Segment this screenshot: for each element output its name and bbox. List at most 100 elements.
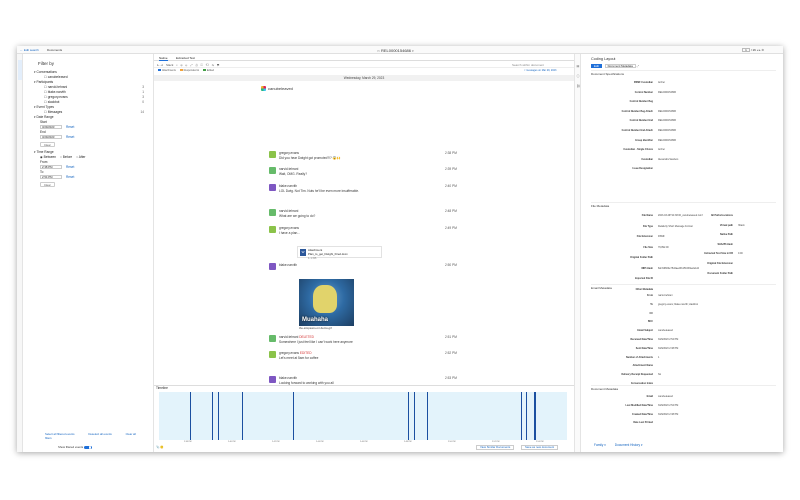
show-filtered-toggle[interactable]: Show filtered events bbox=[58, 445, 92, 449]
timeline-tick: 2:42 PM bbox=[272, 441, 280, 443]
start-reset-link[interactable]: Reset bbox=[66, 125, 74, 129]
field-label: Control Number End bbox=[629, 119, 653, 123]
next-icon[interactable]: ▸ bbox=[759, 48, 761, 52]
field-value[interactable]: REL0000154686 bbox=[658, 119, 778, 122]
time-clear-button[interactable]: Clear bbox=[40, 182, 55, 187]
link-icon[interactable]: ⛓ bbox=[577, 84, 581, 88]
end-date-row: 3/29/2023 Reset bbox=[28, 135, 148, 140]
tab-extracted-text[interactable]: Extracted Text bbox=[176, 56, 195, 60]
deselect-all-link[interactable]: Deselect all events bbox=[88, 432, 111, 436]
timeline-event-bar[interactable] bbox=[293, 392, 294, 440]
section-divider bbox=[591, 385, 776, 386]
conversations-label: Conversations bbox=[36, 70, 57, 74]
field-label: All Paths/Locations bbox=[710, 214, 733, 217]
field-value[interactable]: 8dcf19660e75d4aed3b1f5c0b9e2a1d4 bbox=[658, 267, 706, 270]
field-value[interactable]: 76,892.00 bbox=[658, 246, 706, 249]
settings-icon[interactable]: ⚙ bbox=[761, 48, 764, 52]
timeline-event-bar[interactable] bbox=[535, 392, 536, 440]
message-sender: gregory.evans bbox=[279, 226, 459, 230]
field-value[interactable]: Alexandra Sanders bbox=[658, 158, 778, 161]
timeline-event-bar[interactable] bbox=[408, 392, 409, 440]
filter-footer-links: Select all filtered events Deselect all … bbox=[45, 432, 155, 440]
field-value[interactable]: REL0000154686 bbox=[658, 110, 778, 113]
field-value[interactable]: narvid.tehrani bbox=[658, 294, 778, 297]
toolbar-icons[interactable]: ⌕ ⊕ ⊖ ⤢ ⎙ ◫ ⟲ ⇆ ⚑ bbox=[176, 63, 220, 67]
gif-filename[interactable]: the-simpsons-mr-burns.gif bbox=[299, 326, 331, 330]
expand-icon[interactable]: ⤢ bbox=[637, 64, 639, 68]
timeline-event-bar[interactable] bbox=[190, 392, 191, 440]
field-value[interactable]: 1 bbox=[658, 356, 778, 359]
edit-button[interactable]: Edit bbox=[591, 64, 602, 68]
timeline-event-bar[interactable] bbox=[427, 392, 428, 440]
after-radio[interactable]: ○ After bbox=[76, 155, 85, 159]
field-value[interactable]: canubeleaved bbox=[658, 329, 778, 332]
from-time-input[interactable]: 2:38 PM bbox=[40, 165, 62, 169]
timeline-event-bar[interactable] bbox=[521, 392, 522, 440]
timeline-area[interactable] bbox=[159, 392, 567, 440]
message-text: I have a plan... bbox=[279, 231, 300, 235]
layout-dropdown[interactable]: Document Metadata bbox=[604, 64, 636, 68]
channel-name: canubeleaved bbox=[268, 86, 293, 91]
chevron-down-icon[interactable]: ▾ bbox=[412, 49, 414, 53]
field-value[interactable]: 3/29/2023 2:38 PM bbox=[658, 413, 778, 416]
nav-icons[interactable]: ⇤ ⇥ bbox=[157, 63, 163, 67]
timeline-event-bar[interactable] bbox=[212, 392, 213, 440]
document-id[interactable]: ▭ REL0000154686 ▾ bbox=[377, 48, 414, 53]
to-reset-link[interactable]: Reset bbox=[66, 175, 74, 179]
edited-swatch bbox=[202, 69, 206, 72]
field-value[interactable]: 3/29/2023 2:54 PM bbox=[658, 338, 778, 341]
edit-search-link[interactable]: ← Edit search bbox=[20, 48, 39, 52]
field-label: Control Number Beg bbox=[629, 100, 653, 104]
date-clear-button[interactable]: Clear bbox=[40, 142, 55, 147]
timeline-event-bar[interactable] bbox=[218, 392, 219, 440]
start-date-input[interactable]: 3/29/2023 bbox=[40, 125, 62, 129]
viewer-tabs: Native Extracted Text bbox=[154, 54, 574, 61]
field-value[interactable]: REL0000154686 bbox=[658, 139, 778, 142]
view-similar-button[interactable]: View Similar Documents bbox=[476, 445, 515, 450]
attachment-card[interactable]: W Attachment Plan_to_get_Dwight_Fired.do… bbox=[297, 246, 382, 260]
timeline-event-bar[interactable] bbox=[414, 392, 415, 440]
before-radio[interactable]: ○ Before bbox=[60, 155, 72, 159]
field-value[interactable]: Archer bbox=[658, 81, 778, 84]
end-date-input[interactable]: 3/29/2023 bbox=[40, 135, 62, 139]
message-date-nav[interactable]: < messages on Mar 29, 2023 bbox=[524, 69, 556, 72]
field-label: Control Number Beg Attach bbox=[621, 109, 653, 113]
field-value[interactable]: 0.00 bbox=[738, 252, 778, 255]
slack-label: Slack bbox=[166, 62, 174, 67]
field-value[interactable]: No bbox=[658, 373, 778, 376]
info-icon[interactable]: ⓘ bbox=[577, 74, 580, 78]
message-sender: narvid.tehrani bbox=[279, 209, 459, 213]
field-value[interactable]: REL0000154686 bbox=[658, 91, 778, 94]
timeline-event-bar[interactable] bbox=[242, 392, 243, 440]
message-time: 2:53 PM bbox=[445, 376, 457, 380]
timeline-label: Timeline bbox=[156, 386, 168, 390]
bottom-icons[interactable]: 📎 🙂 bbox=[156, 445, 164, 449]
field-value[interactable]: 3/29/2023 2:38 PM bbox=[658, 347, 778, 350]
message-sender: narvid.tehrani DELETED bbox=[279, 335, 459, 339]
to-time-input[interactable]: 2:54 PM bbox=[40, 175, 62, 179]
field-value[interactable]: 3/29/2023 2:54 PM bbox=[658, 404, 778, 407]
search-within-input[interactable]: Search within document bbox=[512, 63, 544, 67]
message-sender: blake.narvith bbox=[279, 184, 459, 188]
family-tab[interactable]: Family ▾ bbox=[594, 443, 606, 447]
timeline-event-bar[interactable] bbox=[526, 392, 527, 440]
field-label: RSMF Custodian bbox=[633, 81, 653, 84]
toggle-switch[interactable] bbox=[83, 445, 92, 449]
field-value[interactable]: \Slack bbox=[738, 224, 778, 227]
field-value[interactable]: gregory.evans; blake.narvith; slackbot bbox=[658, 303, 778, 306]
between-radio[interactable]: ◉ Between bbox=[40, 155, 56, 159]
filter-rail-tab[interactable] bbox=[18, 60, 22, 80]
field-value[interactable]: Archer bbox=[658, 148, 778, 151]
page-input[interactable]: 1 bbox=[742, 47, 750, 52]
field-label: Control Number End Attach bbox=[621, 129, 653, 132]
save-new-document-button[interactable]: Save as new document bbox=[521, 445, 559, 450]
field-value[interactable]: REL0000154686 bbox=[658, 129, 778, 132]
timeline-tick: 2:40 PM bbox=[228, 441, 236, 443]
field-value[interactable]: canubeleaved bbox=[658, 395, 778, 398]
from-reset-link[interactable]: Reset bbox=[66, 165, 74, 169]
avatar bbox=[269, 226, 276, 233]
end-reset-link[interactable]: Reset bbox=[66, 135, 74, 139]
prev-icon[interactable]: ◂ bbox=[757, 48, 759, 52]
coding-icon[interactable]: ▤ bbox=[577, 64, 580, 68]
document-history-tab[interactable]: Document History ▾ bbox=[615, 443, 643, 447]
